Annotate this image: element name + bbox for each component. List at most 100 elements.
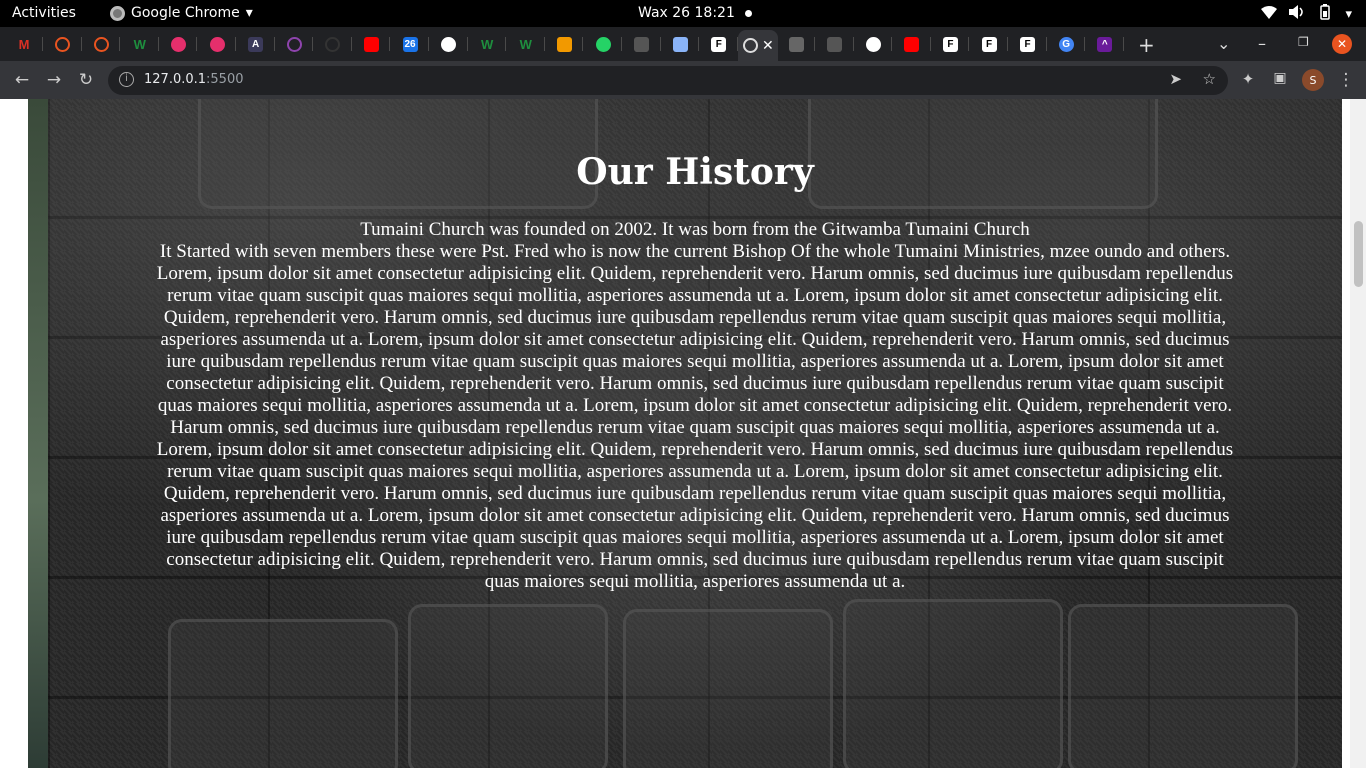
browser-tab[interactable]: [893, 31, 931, 57]
f-icon: F: [1020, 36, 1036, 52]
browser-tab[interactable]: [623, 31, 661, 57]
whatsapp-icon: [595, 36, 611, 52]
browser-tab[interactable]: A: [237, 31, 275, 57]
browser-tab[interactable]: [314, 31, 352, 57]
site-info-icon[interactable]: i: [119, 72, 134, 87]
kebab-menu-icon[interactable]: ⋮: [1336, 70, 1356, 90]
history-body: Tumaini Church was founded on 2002. It w…: [150, 219, 1240, 593]
loading-icon: [743, 38, 759, 53]
incognito-icon: [827, 36, 843, 52]
browser-tab[interactable]: W: [468, 31, 507, 57]
browser-tab[interactable]: W: [121, 31, 159, 57]
scrollbar-thumb[interactable]: [1354, 221, 1363, 287]
colorful-ring-icon: [286, 36, 302, 52]
background-brick: [843, 599, 1063, 768]
gmail-icon: M: [18, 36, 30, 52]
browser-tab[interactable]: ^: [1086, 31, 1124, 57]
history-section: Our History Tumaini Church was founded o…: [48, 99, 1342, 768]
browser-tab[interactable]: [777, 31, 815, 57]
browser-tab[interactable]: [430, 31, 468, 57]
profile-avatar[interactable]: S: [1302, 69, 1324, 91]
dots-icon: [556, 36, 572, 52]
side-panel-icon[interactable]: ▣: [1270, 70, 1290, 86]
forward-arrow-icon[interactable]: →: [44, 70, 64, 90]
background-brick: [1068, 604, 1298, 768]
chrome-icon: [110, 5, 125, 21]
browser-tab[interactable]: [854, 31, 893, 57]
notification-dot-icon: [744, 9, 752, 17]
history-heading: Our History: [576, 151, 814, 193]
system-top-bar: Activities Google Chrome ▾ Wax 26 18:21 …: [0, 0, 1366, 27]
browser-tab[interactable]: F: [970, 31, 1008, 57]
reload-icon[interactable]: ↻: [76, 70, 96, 90]
background-brick: [623, 609, 833, 768]
ubuntu-icon: [55, 36, 71, 52]
browser-tab[interactable]: F: [1009, 31, 1047, 57]
browser-tab[interactable]: G: [1047, 31, 1086, 57]
youtube-icon: [904, 36, 920, 52]
browser-tab[interactable]: [816, 31, 854, 57]
globe-icon: [441, 36, 457, 52]
youtube-icon: [363, 36, 379, 52]
url-text[interactable]: 127.0.0.1:5500: [144, 72, 244, 87]
podcast-icon: [209, 36, 225, 52]
browser-tab[interactable]: M: [5, 31, 43, 57]
app-name: Google Chrome: [131, 5, 240, 21]
new-tab-plus-icon[interactable]: +: [1138, 33, 1155, 57]
send-to-devices-icon[interactable]: ➤: [1169, 70, 1182, 88]
puzzle-icon: [672, 36, 688, 52]
power-menu-chevron-icon: ▾: [1345, 6, 1352, 22]
browser-tab[interactable]: [44, 31, 82, 57]
bookmark-star-icon[interactable]: ☆: [1203, 70, 1216, 88]
browser-tab[interactable]: [545, 31, 584, 57]
tab-close-icon[interactable]: ✕: [762, 38, 774, 54]
back-arrow-icon[interactable]: ←: [12, 70, 32, 90]
clock[interactable]: Wax 26 18:21: [638, 5, 752, 21]
browser-tab[interactable]: W: [507, 31, 545, 57]
browser-tab[interactable]: [82, 31, 121, 57]
terminal-icon: [788, 36, 804, 52]
browser-tab[interactable]: F: [931, 31, 970, 57]
extensions-puzzle-icon[interactable]: ✦: [1238, 70, 1258, 88]
tab-separator: [1122, 37, 1124, 51]
browser-tab[interactable]: [661, 31, 700, 57]
url-host: 127.0.0.1: [144, 72, 207, 87]
browser-tab[interactable]: [584, 31, 622, 57]
w-icon: W: [133, 36, 146, 52]
w-icon: W: [481, 36, 494, 52]
browser-tab[interactable]: [198, 31, 236, 57]
page-scrollbar[interactable]: [1350, 99, 1366, 768]
browser-tab[interactable]: [275, 31, 314, 57]
browser-tab[interactable]: ✕: [738, 30, 779, 61]
f-icon: F: [981, 36, 997, 52]
app-menu[interactable]: Google Chrome ▾: [110, 5, 253, 21]
url-port: :5500: [206, 72, 244, 87]
globe-icon: [865, 36, 881, 52]
background-brick: [168, 619, 398, 768]
background-brick: [408, 604, 608, 768]
window-close-icon[interactable]: ✕: [1332, 34, 1352, 54]
clock-text: Wax 26 18:21: [638, 5, 735, 21]
w-icon: W: [519, 36, 532, 52]
github-icon: [325, 36, 341, 52]
angular-icon: A: [248, 36, 264, 52]
caret-icon: ^: [1097, 36, 1113, 52]
browser-tab[interactable]: [352, 31, 391, 57]
page-viewport: Our History Tumaini Church was founded o…: [0, 99, 1366, 768]
address-bar[interactable]: i 127.0.0.1:5500 ➤ ☆: [108, 66, 1228, 95]
browser-tab[interactable]: 26: [391, 31, 429, 57]
google-icon: G: [1058, 36, 1074, 52]
ubuntu-icon: [93, 36, 109, 52]
browser-tab[interactable]: [159, 31, 198, 57]
activities-button[interactable]: Activities: [12, 5, 76, 21]
system-tray[interactable]: ▾: [1261, 4, 1352, 24]
battery-icon: [1317, 4, 1333, 24]
volume-icon: [1289, 5, 1305, 23]
minimize-icon[interactable]: –: [1258, 34, 1266, 53]
browser-tab[interactable]: F: [700, 31, 738, 57]
f-icon: F: [711, 36, 727, 52]
podcast-icon: [170, 36, 186, 52]
chevron-down-icon: ▾: [245, 5, 253, 21]
tab-search-chevron-icon[interactable]: ⌄: [1217, 34, 1230, 53]
maximize-icon[interactable]: ❐: [1298, 35, 1309, 49]
